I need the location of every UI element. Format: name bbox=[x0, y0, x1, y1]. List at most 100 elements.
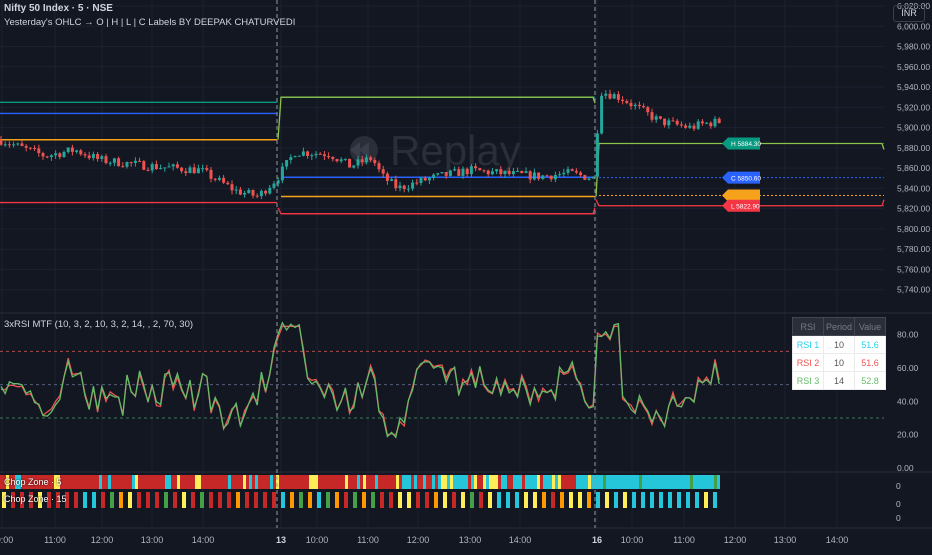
chop-zone-2-cell[interactable] bbox=[398, 492, 402, 508]
chop-zone-1-cell[interactable] bbox=[174, 475, 177, 489]
chop-zone-1-cell[interactable] bbox=[303, 475, 306, 489]
chop-zone-1-cell[interactable] bbox=[360, 475, 363, 489]
chop-zone-2-cell[interactable] bbox=[560, 492, 564, 508]
chop-zone-1-cell[interactable] bbox=[522, 475, 525, 489]
chop-zone-1-cell[interactable] bbox=[240, 475, 243, 489]
chop-zone-1-cell[interactable] bbox=[144, 475, 147, 489]
chop-zone-1-cell[interactable] bbox=[123, 475, 126, 489]
candle-body[interactable] bbox=[507, 170, 511, 175]
chop-zone-1-cell[interactable] bbox=[459, 475, 462, 489]
chop-zone-1-cell[interactable] bbox=[297, 475, 300, 489]
chop-zone-1-cell[interactable] bbox=[597, 475, 600, 489]
candle-body[interactable] bbox=[142, 161, 146, 170]
chop-zone-1-cell[interactable] bbox=[561, 475, 564, 489]
chop-zone-1-cell[interactable] bbox=[369, 475, 372, 489]
chop-zone-1-cell[interactable] bbox=[309, 475, 312, 489]
candle-body[interactable] bbox=[37, 148, 41, 154]
chop-zone-1-cell[interactable] bbox=[489, 475, 492, 489]
candle-body[interactable] bbox=[146, 169, 150, 171]
candle-body[interactable] bbox=[415, 182, 419, 184]
chop-zone-1-cell[interactable] bbox=[690, 475, 693, 489]
candle-body[interactable] bbox=[66, 147, 70, 153]
chop-zone-1-cell[interactable] bbox=[204, 475, 207, 489]
chop-zone-1-cell[interactable] bbox=[96, 475, 99, 489]
chop-zone-1-cell[interactable] bbox=[375, 475, 378, 489]
candle-body[interactable] bbox=[553, 174, 557, 180]
chop-zone-1-cell[interactable] bbox=[66, 475, 69, 489]
chop-zone-1-cell[interactable] bbox=[414, 475, 417, 489]
candle-body[interactable] bbox=[259, 190, 263, 197]
candle-body[interactable] bbox=[171, 164, 175, 167]
chop-zone-1-cell[interactable] bbox=[384, 475, 387, 489]
chop-zone-1-cell[interactable] bbox=[291, 475, 294, 489]
chop-zone-1-cell[interactable] bbox=[501, 475, 504, 489]
chop-zone-1-cell[interactable] bbox=[234, 475, 237, 489]
chop-zone-1-cell[interactable] bbox=[120, 475, 123, 489]
chop-zone-1-cell[interactable] bbox=[138, 475, 141, 489]
chop-zone-2-cell[interactable] bbox=[200, 492, 204, 508]
chop-zone-2-cell[interactable] bbox=[344, 492, 348, 508]
chop-zone-1-cell[interactable] bbox=[576, 475, 579, 489]
candle-body[interactable] bbox=[574, 170, 578, 173]
candle-body[interactable] bbox=[465, 168, 469, 175]
candle-body[interactable] bbox=[654, 116, 658, 120]
candle-body[interactable] bbox=[423, 177, 427, 181]
candle-body[interactable] bbox=[453, 169, 457, 171]
candle-body[interactable] bbox=[675, 120, 679, 125]
chop-zone-1-cell[interactable] bbox=[633, 475, 636, 489]
chop-zone-1-cell[interactable] bbox=[426, 475, 429, 489]
chop-zone-2-cell[interactable] bbox=[686, 492, 690, 508]
chop-zone-1-cell[interactable] bbox=[603, 475, 606, 489]
chop-zone-1-cell[interactable] bbox=[423, 475, 426, 489]
candle-body[interactable] bbox=[516, 171, 520, 173]
chop-zone-1-cell[interactable] bbox=[249, 475, 252, 489]
chop-zone-2-cell[interactable] bbox=[650, 492, 654, 508]
chop-zone-1-cell[interactable] bbox=[705, 475, 708, 489]
candle-body[interactable] bbox=[222, 177, 226, 183]
chop-zone-2-cell[interactable] bbox=[353, 492, 357, 508]
chop-zone-2-cell[interactable] bbox=[659, 492, 663, 508]
candle-body[interactable] bbox=[427, 177, 431, 181]
chop-zone-2-cell[interactable] bbox=[614, 492, 618, 508]
chop-zone-1-cell[interactable] bbox=[261, 475, 264, 489]
candle-body[interactable] bbox=[545, 175, 549, 177]
candle-body[interactable] bbox=[314, 153, 318, 156]
candle-body[interactable] bbox=[621, 99, 625, 102]
chop-zone-2-cell[interactable] bbox=[110, 492, 114, 508]
candle-body[interactable] bbox=[457, 169, 461, 176]
candle-body[interactable] bbox=[180, 167, 184, 172]
candle-body[interactable] bbox=[251, 190, 255, 196]
chop-zone-2-cell[interactable] bbox=[227, 492, 231, 508]
chop-zone-1-cell[interactable] bbox=[600, 475, 603, 489]
chop-zone-1-cell[interactable] bbox=[564, 475, 567, 489]
chop-zone-1-cell[interactable] bbox=[354, 475, 357, 489]
candle-body[interactable] bbox=[436, 173, 440, 175]
chop-zone-2-cell[interactable] bbox=[272, 492, 276, 508]
chop-zone-1-cell[interactable] bbox=[183, 475, 186, 489]
candle-body[interactable] bbox=[633, 104, 637, 107]
currency-badge[interactable]: INR bbox=[893, 5, 925, 22]
chop-zone-2-cell[interactable] bbox=[182, 492, 186, 508]
candle-body[interactable] bbox=[167, 166, 171, 168]
chop-zone-2-cell[interactable] bbox=[128, 492, 132, 508]
chop-zone-1-cell[interactable] bbox=[408, 475, 411, 489]
candle-body[interactable] bbox=[112, 158, 116, 163]
chop-zone-1-cell[interactable] bbox=[405, 475, 408, 489]
candle-body[interactable] bbox=[373, 159, 377, 164]
chop-zone-1-cell[interactable] bbox=[696, 475, 699, 489]
candle-body[interactable] bbox=[549, 175, 553, 180]
chop-zone-2-cell[interactable] bbox=[155, 492, 159, 508]
chop-zone-1-cell[interactable] bbox=[684, 475, 687, 489]
chop-zone-1-cell[interactable] bbox=[549, 475, 552, 489]
chop-zone-1-cell[interactable] bbox=[507, 475, 510, 489]
candle-body[interactable] bbox=[562, 172, 566, 175]
chop-zone-1-cell[interactable] bbox=[111, 475, 114, 489]
chop-zone-1-cell[interactable] bbox=[186, 475, 189, 489]
chop-zone-1-cell[interactable] bbox=[84, 475, 87, 489]
chop-zone-1-cell[interactable] bbox=[480, 475, 483, 489]
candle-body[interactable] bbox=[96, 154, 100, 159]
candle-body[interactable] bbox=[696, 121, 700, 129]
chop-zone-1-cell[interactable] bbox=[198, 475, 201, 489]
chop-zone-1-cell[interactable] bbox=[510, 475, 513, 489]
chop-zone-1-cell[interactable] bbox=[141, 475, 144, 489]
